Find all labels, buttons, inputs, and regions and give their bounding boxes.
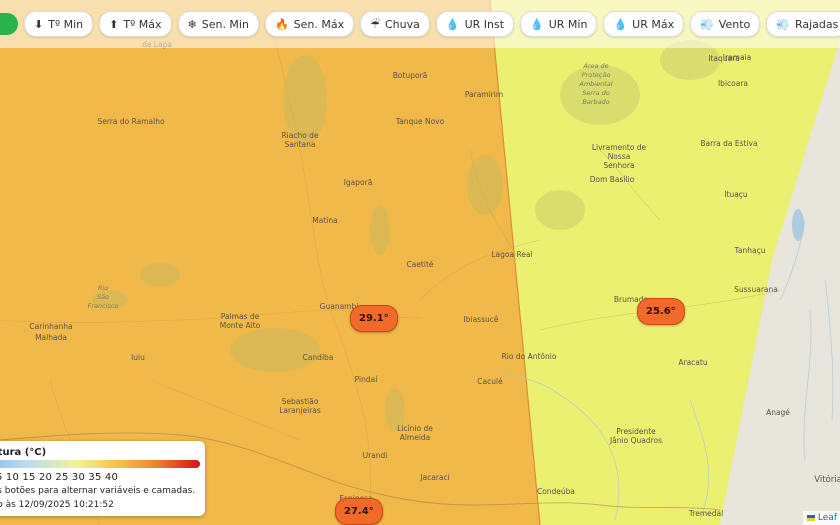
ukraine-flag-icon bbox=[806, 515, 815, 521]
variable-chip[interactable]: 💧 UR Mín bbox=[520, 11, 598, 37]
map-attribution[interactable]: Leaf bbox=[802, 511, 840, 525]
place-label: Ibiassucê bbox=[464, 315, 499, 324]
place-label: Igaporã bbox=[344, 178, 373, 187]
wind-icon: 💨 bbox=[776, 17, 790, 31]
place-label: Caetité bbox=[406, 260, 433, 269]
chip-label: Sen. Máx bbox=[293, 17, 345, 31]
arrow-down-icon: ⬇ bbox=[34, 17, 44, 31]
place-label: Malhada bbox=[35, 333, 67, 342]
place-label: Riacho de Santana bbox=[281, 131, 319, 149]
temperature-station-label[interactable]: 25.6° bbox=[637, 298, 685, 325]
snowflake-icon: ❄ bbox=[187, 17, 197, 31]
place-label: Licínio de Almeida bbox=[397, 424, 433, 442]
variable-chip[interactable]: 🔥 Sen. Máx bbox=[264, 11, 355, 37]
place-label: Condeúba bbox=[537, 487, 575, 496]
place-label: Dom Basílio bbox=[590, 175, 635, 184]
place-label: Anagé bbox=[766, 408, 790, 417]
place-label: Pindaí bbox=[355, 375, 379, 384]
chip-label: Tº Máx bbox=[123, 17, 162, 31]
place-label: Jacaraci bbox=[419, 473, 449, 482]
place-label: Ibicoara bbox=[718, 79, 748, 88]
chip-label: UR Inst bbox=[464, 17, 505, 31]
variable-toolbar: ⬇ Tº Min ⬆ Tº Máx ❄ Sen. Min 🔥 Sen. Máx ☔ Chuva 💧 U… bbox=[0, 0, 840, 48]
temperature-station-label[interactable]: 27.4° bbox=[335, 498, 383, 525]
legend-updated: ado às 12/09/2025 10:21:52 bbox=[0, 500, 114, 510]
rain-icon: ☔ bbox=[370, 17, 380, 31]
chip-label: Tº Min bbox=[48, 17, 84, 31]
place-label: Candiba bbox=[303, 353, 334, 362]
chip-label: Chuva bbox=[385, 17, 420, 31]
variable-chip[interactable]: ⬆ Tº Máx bbox=[99, 11, 172, 37]
chip-label: UR Mín bbox=[548, 17, 588, 31]
chip-label: UR Máx bbox=[632, 17, 675, 31]
variable-chip[interactable]: ⬇ Tº Min bbox=[24, 11, 94, 37]
temperature-station-label[interactable]: 29.1° bbox=[350, 305, 398, 332]
variable-chip[interactable]: 💨 Vento bbox=[690, 11, 761, 37]
place-label: Iuiu bbox=[131, 353, 145, 362]
place-label: Ituaçu bbox=[724, 190, 748, 199]
place-label: Matina bbox=[312, 216, 337, 225]
wind-icon: 💨 bbox=[700, 17, 714, 31]
variable-chip[interactable]: ❄ Sen. Min bbox=[177, 11, 259, 37]
variable-chip[interactable]: 💨 Rajadas bbox=[766, 11, 840, 37]
arrow-up-icon: ⬆ bbox=[109, 17, 119, 31]
droplet-icon: 💧 bbox=[445, 17, 460, 31]
place-label: Serra do Ramalho bbox=[97, 117, 165, 126]
place-label: Tanhaçu bbox=[734, 246, 766, 255]
place-label: Sussuarana bbox=[734, 285, 778, 294]
variable-chip[interactable]: 💧 UR Máx bbox=[603, 11, 685, 37]
droplet-icon: 💧 bbox=[530, 17, 544, 31]
status-indicator[interactable] bbox=[0, 13, 18, 35]
place-label: Caculé bbox=[477, 377, 503, 386]
water-reservoir bbox=[792, 209, 804, 241]
chip-label: Sen. Min bbox=[201, 17, 249, 31]
legend-scale-ticks: 0 5 10 15 20 25 30 35 40 bbox=[0, 472, 119, 483]
place-label: Rio do Antônio bbox=[502, 352, 557, 361]
droplet-icon: 💧 bbox=[613, 17, 628, 31]
place-label: Lagoa Real bbox=[491, 250, 532, 259]
chip-label: Vento bbox=[718, 17, 751, 31]
legend-hint: nos botões para alternar variáveis e cam… bbox=[0, 486, 196, 496]
fire-icon: 🔥 bbox=[274, 17, 289, 31]
chip-label: Rajadas bbox=[794, 17, 839, 31]
legend-color-scale bbox=[0, 460, 200, 468]
place-label: Presidente Jânio Quadros bbox=[609, 427, 662, 445]
place-label: Urandi bbox=[363, 451, 388, 460]
place-label: Palmas de Monte Alto bbox=[220, 312, 261, 330]
attribution-link[interactable]: Leaf bbox=[818, 513, 837, 523]
place-label: Carinhanha bbox=[29, 322, 72, 331]
place-label: Vitória bbox=[814, 474, 840, 485]
place-label: Tanque Novo bbox=[395, 117, 445, 126]
place-label: Sebastião Laranjeiras bbox=[279, 397, 321, 415]
place-label: Paramirim bbox=[465, 90, 503, 99]
place-label: Tremedal bbox=[688, 509, 723, 518]
place-label: Botuporã bbox=[393, 71, 427, 80]
place-label: Iramaia bbox=[723, 53, 751, 62]
temperature-legend: ratura (°C) 0 5 10 15 20 25 30 35 40 nos… bbox=[0, 441, 205, 516]
place-label: Área de Proteção Ambiental Serra do Barbado bbox=[578, 61, 612, 106]
variable-chip[interactable]: 💧 UR Inst bbox=[435, 11, 515, 37]
legend-title: ratura (°C) bbox=[0, 447, 47, 458]
variable-chip[interactable]: ☔ Chuva bbox=[360, 11, 430, 37]
place-label: Barra da Estiva bbox=[700, 139, 757, 148]
place-label: Aracatu bbox=[678, 358, 707, 367]
